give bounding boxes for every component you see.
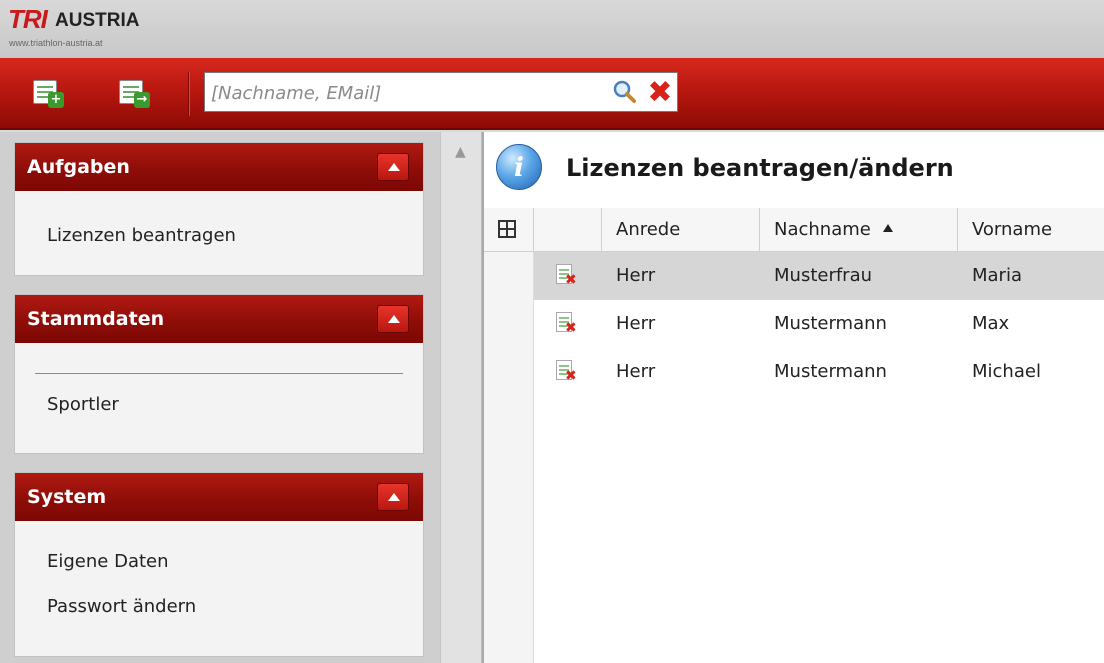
panel-system: System Eigene Daten Passwort ändern xyxy=(14,472,424,657)
delete-row-icon[interactable]: ✖ xyxy=(556,264,577,288)
logo-tri-text: TRI xyxy=(8,4,48,34)
cell-vorname: Maria xyxy=(972,265,1022,286)
collapse-up-icon[interactable] xyxy=(377,153,409,181)
info-icon: i xyxy=(496,144,542,190)
cell-nachname: Mustermann xyxy=(774,361,887,382)
collapse-up-icon[interactable] xyxy=(377,305,409,333)
cell-anrede: Herr xyxy=(616,265,656,286)
column-header-vorname[interactable]: Vorname xyxy=(958,208,1104,252)
delete-row-icon[interactable]: ✖ xyxy=(556,360,577,384)
grid-header: Anrede Nachname Vorname xyxy=(484,208,1104,252)
column-header-nachname-label: Nachname xyxy=(774,219,871,240)
column-header-nachname[interactable]: Nachname xyxy=(760,208,958,252)
cell-anrede: Herr xyxy=(616,361,656,382)
collapse-up-icon[interactable] xyxy=(377,483,409,511)
export-button[interactable]: → xyxy=(118,78,150,108)
sidebar-item-eigene-daten[interactable]: Eigene Daten xyxy=(15,551,423,572)
add-license-button[interactable]: + xyxy=(32,78,64,108)
row-gutter xyxy=(484,252,534,663)
column-header-vorname-label: Vorname xyxy=(972,219,1053,240)
sidebar-item-passwort-aendern[interactable]: Passwort ändern xyxy=(15,596,423,617)
sidebar: Aufgaben Lizenzen beantragen Stammdaten … xyxy=(0,132,440,663)
column-icon-header xyxy=(534,208,602,252)
panel-aufgaben-header[interactable]: Aufgaben xyxy=(15,143,423,191)
triathlon-austria-logo: TRI AUSTRIA www.triathlon-austria.at xyxy=(6,4,176,52)
panel-stammdaten-title: Stammdaten xyxy=(27,308,165,330)
search-box: ✖ xyxy=(204,72,678,112)
panel-system-header[interactable]: System xyxy=(15,473,423,521)
panel-aufgaben: Aufgaben Lizenzen beantragen xyxy=(14,142,424,276)
sidebar-item-sportler[interactable]: Sportler xyxy=(15,394,423,415)
collapse-sidebar-icon[interactable]: ▲ xyxy=(455,144,466,160)
sort-ascending-icon xyxy=(882,224,893,232)
table-row[interactable]: ✖ Herr Mustermann Max xyxy=(534,300,1104,348)
main-content: i Lizenzen beantragen/ändern Anrede Nach… xyxy=(482,132,1104,663)
column-chooser-cell xyxy=(484,208,534,252)
magnifier-icon[interactable] xyxy=(611,79,637,105)
table-row[interactable]: ✖ Herr Mustermann Michael xyxy=(534,348,1104,396)
table-row[interactable]: ✖ Herr Musterfrau Maria xyxy=(534,252,1104,300)
panel-stammdaten: Stammdaten Sportler xyxy=(14,294,424,454)
column-header-anrede[interactable]: Anrede xyxy=(602,208,760,252)
sidebar-splitter[interactable]: ▲ xyxy=(440,132,482,663)
toolbar: + → ✖ xyxy=(0,58,1104,130)
panel-aufgaben-title: Aufgaben xyxy=(27,156,130,178)
delete-row-icon[interactable]: ✖ xyxy=(556,312,577,336)
cell-nachname: Musterfrau xyxy=(774,265,873,286)
panel-stammdaten-header[interactable]: Stammdaten xyxy=(15,295,423,343)
search-input[interactable] xyxy=(211,80,601,106)
cell-vorname: Max xyxy=(972,313,1010,334)
page-title: Lizenzen beantragen/ändern xyxy=(566,154,954,182)
red-x-icon[interactable]: ✖ xyxy=(645,78,675,108)
logo-url-text: www.triathlon-austria.at xyxy=(9,38,103,48)
sidebar-item-lizenzen-beantragen[interactable]: Lizenzen beantragen xyxy=(15,225,423,246)
toolbar-separator xyxy=(188,72,190,116)
logo-austria-text: AUSTRIA xyxy=(55,10,140,31)
column-chooser-icon[interactable] xyxy=(498,220,516,238)
column-header-anrede-label: Anrede xyxy=(616,219,681,240)
top-bar: TRI AUSTRIA www.triathlon-austria.at xyxy=(0,0,1104,60)
cell-vorname: Michael xyxy=(972,361,1041,382)
cell-anrede: Herr xyxy=(616,313,656,334)
divider xyxy=(35,373,403,374)
cell-nachname: Mustermann xyxy=(774,313,887,334)
panel-system-title: System xyxy=(27,486,107,508)
